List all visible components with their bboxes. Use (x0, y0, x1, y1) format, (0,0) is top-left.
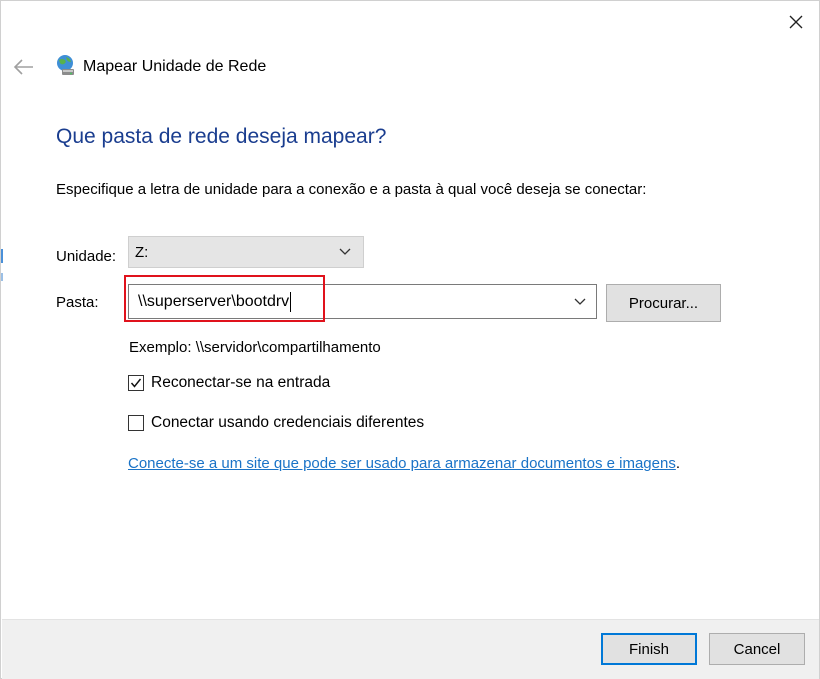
folder-input[interactable]: \\superserver\bootdrv (128, 284, 597, 319)
chevron-down-icon (335, 248, 355, 256)
chevron-down-icon[interactable] (570, 298, 590, 306)
wizard-title: Mapear Unidade de Rede (83, 58, 267, 75)
folder-input-text: \\superserver\bootdrv (138, 291, 570, 312)
credentials-checkbox-row[interactable]: Conectar usando credenciais diferentes (128, 414, 424, 432)
back-button[interactable] (11, 55, 37, 79)
reconnect-checkbox[interactable] (128, 375, 144, 391)
text-cursor (290, 291, 292, 312)
storage-link-row: Conecte-se a um site que pode ser usado … (128, 455, 680, 472)
back-arrow-icon (13, 59, 33, 75)
browse-button[interactable]: Procurar... (606, 284, 721, 322)
finish-button[interactable]: Finish (601, 633, 697, 665)
drive-label: Unidade: (56, 248, 117, 265)
example-text: Exemplo: \\servidor\compartilhamento (129, 339, 381, 356)
drive-letter-value: Z: (135, 243, 149, 261)
network-drive-icon (57, 55, 74, 75)
close-icon (789, 15, 803, 29)
folder-label: Pasta: (56, 294, 99, 311)
storage-site-link[interactable]: Conecte-se a um site que pode ser usado … (128, 455, 676, 472)
folder-value: \\superserver\bootdrv (138, 292, 290, 310)
credentials-checkbox[interactable] (128, 415, 144, 431)
link-suffix: . (675, 455, 680, 472)
cancel-button[interactable]: Cancel (709, 633, 805, 665)
instruction-text: Especifique a letra de unidade para a co… (56, 181, 647, 198)
credentials-label: Conectar usando credenciais diferentes (151, 414, 425, 431)
drive-letter-select[interactable]: Z: (128, 236, 364, 268)
page-heading: Que pasta de rede deseja mapear? (56, 125, 387, 148)
dialog-footer: Finish Cancel (2, 619, 819, 679)
close-button[interactable] (783, 9, 809, 35)
reconnect-label: Reconectar-se na entrada (151, 374, 331, 391)
map-network-drive-dialog: Mapear Unidade de Rede Que pasta de rede… (0, 0, 820, 679)
checkmark-icon (130, 378, 142, 388)
window-edge-mark (1, 273, 3, 281)
window-edge-mark (1, 249, 3, 263)
reconnect-checkbox-row[interactable]: Reconectar-se na entrada (128, 374, 330, 392)
